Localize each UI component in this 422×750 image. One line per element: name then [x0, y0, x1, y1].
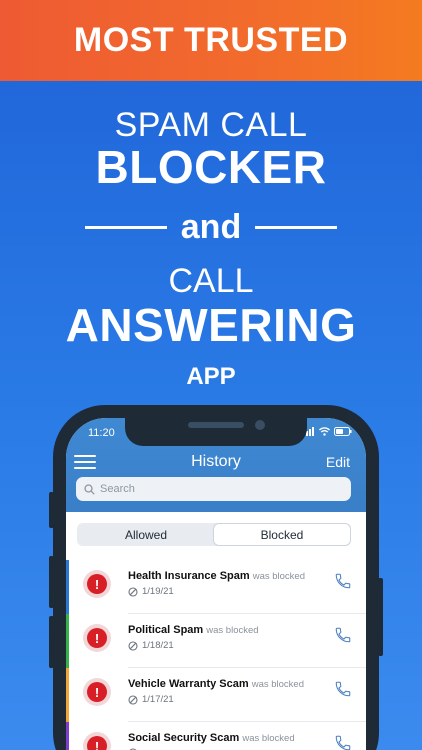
- caller-name: Vehicle Warranty Scam was blocked: [128, 678, 304, 690]
- search-input[interactable]: Search: [76, 477, 351, 501]
- speaker-grill: [188, 422, 244, 428]
- status-time: 11:20: [88, 427, 115, 439]
- phone-side-button-right: [378, 578, 383, 656]
- banner-text: MOST TRUSTED: [73, 21, 349, 59]
- caller-name: Health Insurance Spam was blocked: [128, 570, 305, 582]
- list-item[interactable]: ! Political Spam was blocked 1/18/21: [66, 614, 366, 668]
- edit-button[interactable]: Edit: [326, 454, 350, 470]
- status-icons: [303, 427, 352, 436]
- call-date: 1/18/21: [142, 640, 174, 651]
- search-placeholder: Search: [100, 483, 135, 495]
- blocked-status-text: was blocked: [252, 571, 305, 582]
- caller-name-text: Vehicle Warranty Scam: [128, 678, 249, 690]
- call-date: 1/19/21: [142, 586, 174, 597]
- category-stripe: [66, 668, 69, 722]
- tab-blocked[interactable]: Blocked: [214, 524, 350, 545]
- phone-side-button-left-2: [49, 556, 54, 608]
- phone-side-button-left-3: [49, 616, 54, 668]
- caller-name-text: Health Insurance Spam: [128, 570, 250, 582]
- front-camera: [255, 420, 265, 430]
- caller-name-text: Social Security Scam: [128, 732, 240, 744]
- call-date-line: 1/17/21: [128, 694, 174, 705]
- alert-icon: !: [83, 678, 111, 706]
- block-icon: [128, 586, 138, 597]
- headline-blocker: BLOCKER: [95, 141, 327, 193]
- caller-name-text: Political Spam: [128, 624, 204, 636]
- caller-name: Social Security Scam was blocked: [128, 732, 295, 744]
- phone-icon[interactable]: [334, 680, 352, 698]
- list-item[interactable]: ! Social Security Scam was blocked: [66, 722, 366, 750]
- alert-icon: !: [83, 570, 111, 598]
- header-title-row: History Edit: [66, 452, 366, 472]
- phone-icon[interactable]: [334, 572, 352, 590]
- divider-line-right: [255, 225, 338, 229]
- and-text: and: [180, 207, 242, 246]
- caller-name: Political Spam was blocked: [128, 624, 259, 636]
- and-divider: and: [0, 205, 422, 249]
- block-icon: [128, 640, 138, 651]
- blocked-status-text: was blocked: [206, 625, 259, 636]
- alert-icon: !: [83, 732, 111, 750]
- list-item[interactable]: ! Health Insurance Spam was blocked 1/19/2…: [66, 560, 366, 614]
- phone-side-button-left-1: [49, 492, 54, 528]
- headline-call: CALL: [168, 262, 254, 300]
- app-header: 11:20 History Edit Search: [66, 418, 366, 512]
- call-date-line: 1/18/21: [128, 640, 174, 651]
- filter-segmented-control: Allowed Blocked: [77, 523, 351, 546]
- phone-screen: 11:20 History Edit Search Allowed Blocke…: [66, 418, 366, 750]
- category-stripe: [66, 614, 69, 668]
- call-date-line: 1/19/21: [128, 586, 174, 597]
- block-icon: [128, 694, 138, 705]
- headline-answering: ANSWERING: [65, 299, 357, 351]
- blocked-status-text: was blocked: [251, 679, 304, 690]
- tab-allowed[interactable]: Allowed: [78, 524, 214, 545]
- category-stripe: [66, 722, 69, 750]
- search-icon: [84, 483, 95, 495]
- phone-icon[interactable]: [334, 734, 352, 750]
- top-banner: MOST TRUSTED: [0, 0, 422, 81]
- page-title: History: [191, 453, 241, 470]
- battery-icon: [334, 427, 352, 436]
- category-stripe: [66, 560, 69, 614]
- wifi-icon: [319, 427, 330, 436]
- alert-icon: !: [83, 624, 111, 652]
- blocked-status-text: was blocked: [242, 733, 295, 744]
- phone-icon[interactable]: [334, 626, 352, 644]
- divider-line-left: [84, 225, 167, 229]
- blocked-call-list: ! Health Insurance Spam was blocked 1/19/2…: [66, 560, 366, 750]
- headline-app: APP: [186, 363, 236, 390]
- list-item[interactable]: ! Vehicle Warranty Scam was blocked 1/17/2…: [66, 668, 366, 722]
- phone-notch: [125, 418, 307, 446]
- call-date: 1/17/21: [142, 694, 174, 705]
